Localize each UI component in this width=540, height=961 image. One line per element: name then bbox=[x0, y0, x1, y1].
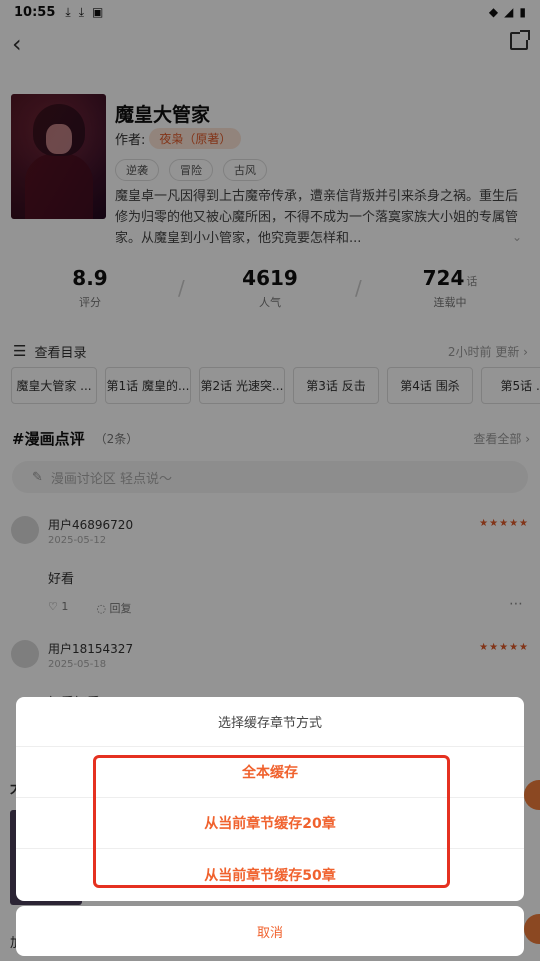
sheet-title: 选择缓存章节方式 bbox=[16, 697, 524, 747]
cache-options-sheet: 选择缓存章节方式 全本缓存 从当前章节缓存20章 从当前章节缓存50章 bbox=[16, 697, 524, 901]
cache-50-option[interactable]: 从当前章节缓存50章 bbox=[16, 849, 524, 900]
cache-20-option[interactable]: 从当前章节缓存20章 bbox=[16, 798, 524, 849]
cache-all-option[interactable]: 全本缓存 bbox=[16, 747, 524, 798]
cancel-button[interactable]: 取消 bbox=[16, 906, 524, 956]
